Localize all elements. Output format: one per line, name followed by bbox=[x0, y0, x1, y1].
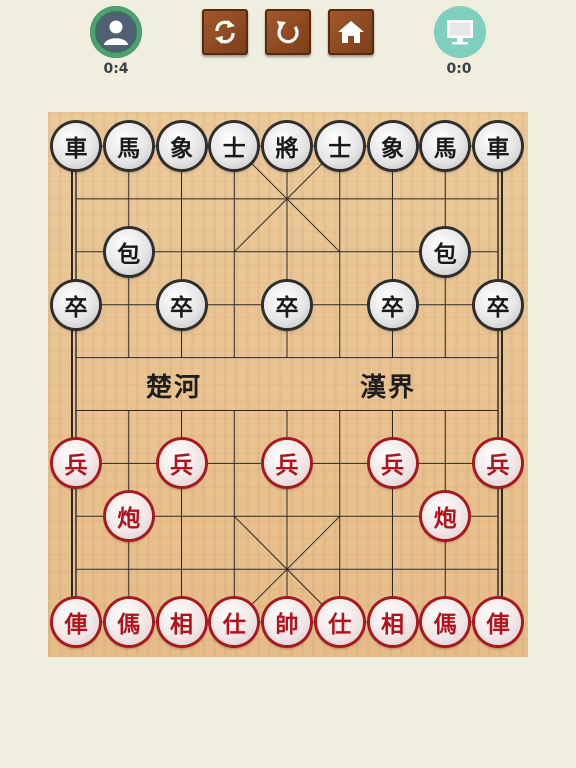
black-piece[interactable]: 馬 bbox=[105, 123, 152, 169]
swap-sides-button[interactable] bbox=[202, 9, 248, 55]
black-piece[interactable]: 士 bbox=[316, 123, 363, 169]
black-piece[interactable]: 卒 bbox=[158, 281, 205, 328]
red-piece[interactable]: 俥 bbox=[53, 599, 99, 646]
black-piece[interactable]: 車 bbox=[475, 123, 521, 169]
red-piece[interactable]: 傌 bbox=[105, 599, 152, 646]
river-label-left: 楚河 bbox=[146, 373, 203, 403]
black-piece[interactable]: 卒 bbox=[475, 281, 521, 328]
black-piece[interactable]: 馬 bbox=[422, 123, 469, 169]
swap-arrows-icon bbox=[215, 20, 235, 44]
red-piece[interactable]: 仕 bbox=[211, 599, 258, 646]
monitor-icon bbox=[447, 20, 473, 45]
black-piece[interactable]: 士 bbox=[211, 123, 258, 169]
reload-icon bbox=[277, 21, 299, 44]
black-piece[interactable]: 象 bbox=[369, 123, 416, 169]
home-button[interactable] bbox=[328, 9, 374, 55]
red-piece[interactable]: 炮 bbox=[105, 493, 152, 540]
black-piece[interactable]: 卒 bbox=[369, 281, 416, 328]
computer-avatar bbox=[434, 6, 486, 58]
black-piece[interactable]: 包 bbox=[422, 228, 469, 275]
black-piece[interactable]: 車 bbox=[53, 123, 99, 169]
red-piece[interactable]: 俥 bbox=[475, 599, 521, 646]
black-piece[interactable]: 卒 bbox=[53, 281, 99, 328]
board-grid bbox=[71, 142, 503, 627]
red-piece[interactable]: 兵 bbox=[475, 440, 521, 487]
red-piece[interactable]: 仕 bbox=[316, 599, 363, 646]
red-piece[interactable]: 兵 bbox=[53, 440, 99, 487]
red-piece[interactable]: 相 bbox=[158, 599, 205, 646]
red-piece[interactable]: 帥 bbox=[264, 599, 310, 646]
river-label-right: 漢界 bbox=[360, 373, 417, 403]
red-piece[interactable]: 傌 bbox=[422, 599, 469, 646]
black-piece[interactable]: 將 bbox=[264, 123, 310, 169]
player-avatar bbox=[90, 6, 142, 58]
red-piece[interactable]: 兵 bbox=[158, 440, 205, 487]
xiangqi-board[interactable]: 楚河 漢界 車馬象士將士象馬車包包卒卒卒卒卒兵兵兵兵兵炮炮俥傌相仕帥仕相傌俥 bbox=[48, 112, 528, 657]
black-piece[interactable]: 象 bbox=[158, 123, 205, 169]
user-icon bbox=[96, 12, 136, 52]
red-piece[interactable]: 兵 bbox=[264, 440, 310, 487]
black-piece[interactable]: 卒 bbox=[264, 281, 310, 328]
house-icon bbox=[338, 21, 364, 43]
red-piece[interactable]: 炮 bbox=[422, 493, 469, 540]
black-piece[interactable]: 包 bbox=[105, 228, 152, 275]
restart-button[interactable] bbox=[265, 9, 311, 55]
player-score: 0:4 bbox=[103, 61, 129, 77]
red-piece[interactable]: 兵 bbox=[369, 440, 416, 487]
red-piece[interactable]: 相 bbox=[369, 599, 416, 646]
computer-score: 0:0 bbox=[446, 61, 472, 77]
